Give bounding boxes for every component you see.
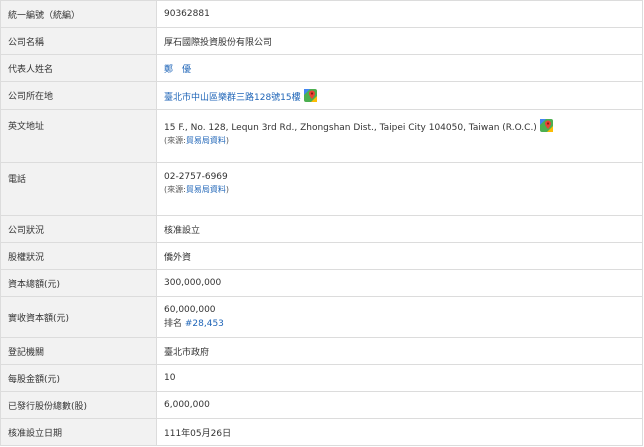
approval-date-label: 核准設立日期 [0,418,157,446]
phone-source: (來源:貿易局資料) [164,184,635,195]
map-pin-icon[interactable] [539,119,553,132]
row-status: 公司狀況 核准設立 [0,215,643,243]
company-info-table: 統一編號（統編） 90362881 公司名稱 厚石國際投資股份有限公司 代表人姓… [0,0,643,446]
row-phone: 電話 02-2757-6969 (來源:貿易局資料) [0,162,643,216]
row-shares-issued: 已發行股份總數(股) 6,000,000 [0,391,643,419]
paid-capital-cell: 60,000,000 排名 #28,453 [156,296,643,338]
tax-id-value: 90362881 [156,0,643,28]
representative-label: 代表人姓名 [0,54,157,82]
ownership-value: 僑外資 [156,242,643,270]
row-approval-date: 核准設立日期 111年05月26日 [0,418,643,446]
ownership-label: 股權狀況 [0,242,157,270]
paid-capital-label: 實收資本額(元) [0,296,157,338]
shares-issued-value: 6,000,000 [156,391,643,419]
row-address: 公司所在地 臺北市中山區樂群三路128號15樓 [0,81,643,110]
address-link[interactable]: 臺北市中山區樂群三路128號15樓 [164,93,301,103]
english-address-label: 英文地址 [0,109,157,163]
row-company-name: 公司名稱 厚石國際投資股份有限公司 [0,27,643,55]
map-pin-icon[interactable] [303,88,317,102]
english-address-cell: 15 F., No. 128, Lequn 3rd Rd., Zhongshan… [156,109,643,163]
paid-capital-value: 60,000,000 [164,305,216,315]
source-link[interactable]: 貿易局資料 [186,185,226,194]
english-address-line: 15 F., No. 128, Lequn 3rd Rd., Zhongshan… [164,119,635,133]
row-paid-capital: 實收資本額(元) 60,000,000 排名 #28,453 [0,296,643,338]
par-value-value: 10 [156,364,643,392]
source-link[interactable]: 貿易局資料 [186,136,226,145]
representative-link[interactable]: 鄭 優 [164,65,191,75]
row-par-value: 每股金額(元) 10 [0,364,643,392]
row-representative: 代表人姓名 鄭 優 [0,54,643,82]
representative-cell: 鄭 優 [156,54,643,82]
english-address-source: (來源:貿易局資料) [164,135,635,146]
english-address-value: 15 F., No. 128, Lequn 3rd Rd., Zhongshan… [164,123,537,133]
row-capital: 資本總額(元) 300,000,000 [0,269,643,297]
row-english-address: 英文地址 15 F., No. 128, Lequn 3rd Rd., Zhon… [0,109,643,163]
phone-cell: 02-2757-6969 (來源:貿易局資料) [156,162,643,216]
paid-capital-rank: 排名 #28,453 [164,316,635,329]
phone-label: 電話 [0,162,157,216]
source-prefix: (來源: [164,185,186,194]
source-suffix: ) [225,185,229,194]
status-value: 核准設立 [156,215,643,243]
shares-issued-label: 已發行股份總數(股) [0,391,157,419]
capital-value: 300,000,000 [156,269,643,297]
phone-value: 02-2757-6969 [164,172,228,182]
row-ownership: 股權狀況 僑外資 [0,242,643,270]
registrar-label: 登記機關 [0,337,157,365]
row-registrar: 登記機關 臺北市政府 [0,337,643,365]
rank-link[interactable]: #28,453 [185,319,224,329]
address-cell: 臺北市中山區樂群三路128號15樓 [156,81,643,110]
company-name-value: 厚石國際投資股份有限公司 [156,27,643,55]
par-value-label: 每股金額(元) [0,364,157,392]
company-name-label: 公司名稱 [0,27,157,55]
rank-prefix: 排名 [164,319,185,329]
status-label: 公司狀況 [0,215,157,243]
source-suffix: ) [225,136,229,145]
source-prefix: (來源: [164,136,186,145]
row-tax-id: 統一編號（統編） 90362881 [0,0,643,28]
registrar-value: 臺北市政府 [156,337,643,365]
capital-label: 資本總額(元) [0,269,157,297]
address-label: 公司所在地 [0,81,157,110]
tax-id-label: 統一編號（統編） [0,0,157,28]
approval-date-value: 111年05月26日 [156,418,643,446]
